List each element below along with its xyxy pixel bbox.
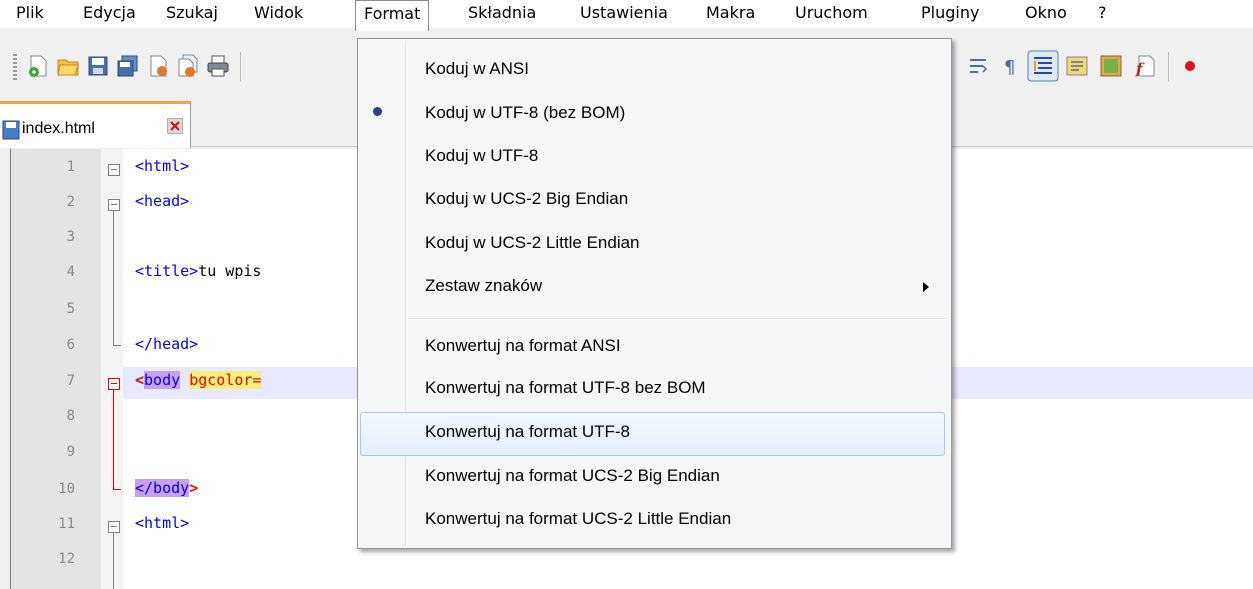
show-all-chars-icon[interactable]: ¶ (998, 54, 1022, 78)
menu-item-label: Koduj w UTF-8 (425, 146, 539, 165)
menu-pluginy[interactable]: Pluginy (913, 0, 987, 28)
fold-toggle-icon[interactable] (108, 378, 120, 390)
line-number: 3 (66, 229, 75, 245)
code-token-tag: body (144, 371, 181, 389)
menu-separator (408, 318, 945, 320)
toolbar-grip[interactable] (13, 54, 17, 80)
menu-item-label: Koduj w UCS-2 Little Endian (425, 233, 640, 252)
menu-uruchom[interactable]: Uruchom (787, 0, 876, 28)
line-number: 9 (66, 444, 75, 460)
function-list-icon[interactable] (1099, 54, 1123, 78)
menu-item-encode-ucs2-be[interactable]: Koduj w UCS-2 Big Endian (360, 179, 947, 221)
menu-format[interactable]: Format (355, 0, 430, 31)
line-number: 8 (66, 408, 75, 424)
record-macro-icon[interactable] (1178, 54, 1202, 78)
menu-item-label: Konwertuj na format UTF-8 bez BOM (425, 378, 706, 397)
menu-okno[interactable]: Okno (1017, 0, 1075, 28)
line-number: 4 (66, 264, 75, 280)
fold-toggle-icon[interactable] (108, 521, 120, 533)
code-token-tag: <title> (135, 262, 199, 280)
line-number: 1 (66, 159, 75, 175)
menu-widok[interactable]: Widok (246, 0, 311, 28)
menu-item-label: Koduj w UTF-8 (bez BOM) (425, 103, 626, 122)
menu-item-convert-utf8[interactable]: Konwertuj na format UTF-8 (360, 412, 945, 456)
menu-item-convert-ansi[interactable]: Konwertuj na format ANSI (360, 326, 947, 368)
code-token-tag: </body (135, 479, 190, 497)
close-icon[interactable] (167, 118, 183, 134)
menu-item-convert-ucs2-le[interactable]: Konwertuj na format UCS-2 Little Endian (360, 499, 947, 541)
svg-text:¶: ¶ (1004, 57, 1015, 78)
menu-item-encode-utf8[interactable]: Koduj w UTF-8 (360, 136, 947, 178)
menu-bar: Plik Edycja Szukaj Widok Format Składnia… (0, 0, 1253, 31)
code-line-7: <body bgcolor= (135, 371, 262, 389)
menu-ustawienia[interactable]: Ustawienia (572, 0, 676, 28)
line-number: 2 (66, 194, 75, 210)
print-icon[interactable] (206, 54, 230, 78)
saved-file-icon (2, 120, 20, 140)
code-line-4: <title>tu wpis (135, 262, 261, 280)
fold-toggle-icon[interactable] (108, 199, 120, 211)
tab-index-html[interactable]: index.html (0, 101, 191, 148)
fold-guide-line (113, 345, 121, 346)
code-line-1: <html> (135, 157, 190, 175)
document-map-icon[interactable] (1065, 54, 1089, 78)
line-number: 6 (66, 337, 75, 353)
line-number: 12 (58, 551, 75, 567)
indent-guide-icon[interactable] (1027, 50, 1059, 82)
menu-item-convert-ucs2-be[interactable]: Konwertuj na format UCS-2 Big Endian (360, 456, 947, 498)
code-token-bracket: < (135, 371, 145, 389)
fold-guide-line (113, 489, 121, 490)
menu-item-label: Konwertuj na format UCS-2 Big Endian (425, 466, 720, 485)
menu-makra[interactable]: Makra (698, 0, 763, 28)
radio-checked-icon (373, 107, 382, 116)
submenu-arrow-icon (923, 282, 929, 292)
save-all-icon[interactable] (116, 54, 140, 78)
fold-guide-line (113, 390, 114, 490)
line-number: 7 (66, 373, 75, 389)
menu-skladnia[interactable]: Składnia (460, 0, 544, 28)
code-line-10: </body> (135, 479, 198, 497)
tab-label: index.html (22, 120, 95, 137)
code-line-6: </head> (135, 335, 199, 353)
menu-item-label: Konwertuj na format ANSI (425, 336, 621, 355)
code-token-text: tu wpis (198, 262, 262, 280)
menu-edycja[interactable]: Edycja (75, 0, 144, 28)
line-number-gutter: 1 2 3 4 5 6 7 8 9 10 11 12 (11, 149, 101, 589)
word-wrap-icon[interactable] (967, 54, 991, 78)
menu-item-label: Konwertuj na format UCS-2 Little Endian (425, 509, 732, 528)
menu-help[interactable]: ? (1090, 0, 1115, 28)
line-number: 10 (58, 481, 75, 497)
open-file-icon[interactable] (56, 54, 80, 78)
fold-toggle-icon[interactable] (108, 164, 120, 176)
code-token-bracket: > (189, 479, 199, 497)
menu-item-convert-utf8-no-bom[interactable]: Konwertuj na format UTF-8 bez BOM (360, 368, 947, 410)
save-icon[interactable] (86, 54, 110, 78)
menu-item-label: Zestaw znaków (425, 276, 543, 295)
menu-item-encode-ansi[interactable]: Koduj w ANSI (360, 49, 947, 91)
code-token-attribute: bgcolor= (189, 371, 262, 389)
menu-item-label: Koduj w UCS-2 Big Endian (425, 189, 629, 208)
function-icon[interactable]: f (1133, 54, 1157, 78)
format-menu-dropdown: Koduj w ANSI Koduj w UTF-8 (bez BOM) Kod… (357, 38, 952, 549)
toolbar-separator (1168, 52, 1170, 82)
menu-item-label: Konwertuj na format UTF-8 (425, 422, 631, 441)
line-number: 11 (58, 516, 75, 532)
menu-item-encode-utf8-no-bom[interactable]: Koduj w UTF-8 (bez BOM) (360, 93, 947, 135)
menu-item-label: Koduj w ANSI (425, 59, 529, 78)
close-all-icon[interactable] (176, 54, 200, 78)
fold-guide-line (113, 211, 114, 346)
toolbar-separator (240, 52, 242, 82)
menu-plik[interactable]: Plik (8, 0, 52, 28)
new-file-icon[interactable] (26, 54, 50, 78)
fold-guide-line (113, 533, 114, 589)
menu-szukaj[interactable]: Szukaj (158, 0, 226, 28)
code-line-11: <html> (135, 514, 190, 532)
menu-item-encode-ucs2-le[interactable]: Koduj w UCS-2 Little Endian (360, 223, 947, 265)
line-number: 5 (66, 301, 75, 317)
close-file-icon[interactable] (146, 54, 170, 78)
menu-item-charset[interactable]: Zestaw znaków (360, 266, 947, 308)
code-line-2: <head> (135, 192, 190, 210)
